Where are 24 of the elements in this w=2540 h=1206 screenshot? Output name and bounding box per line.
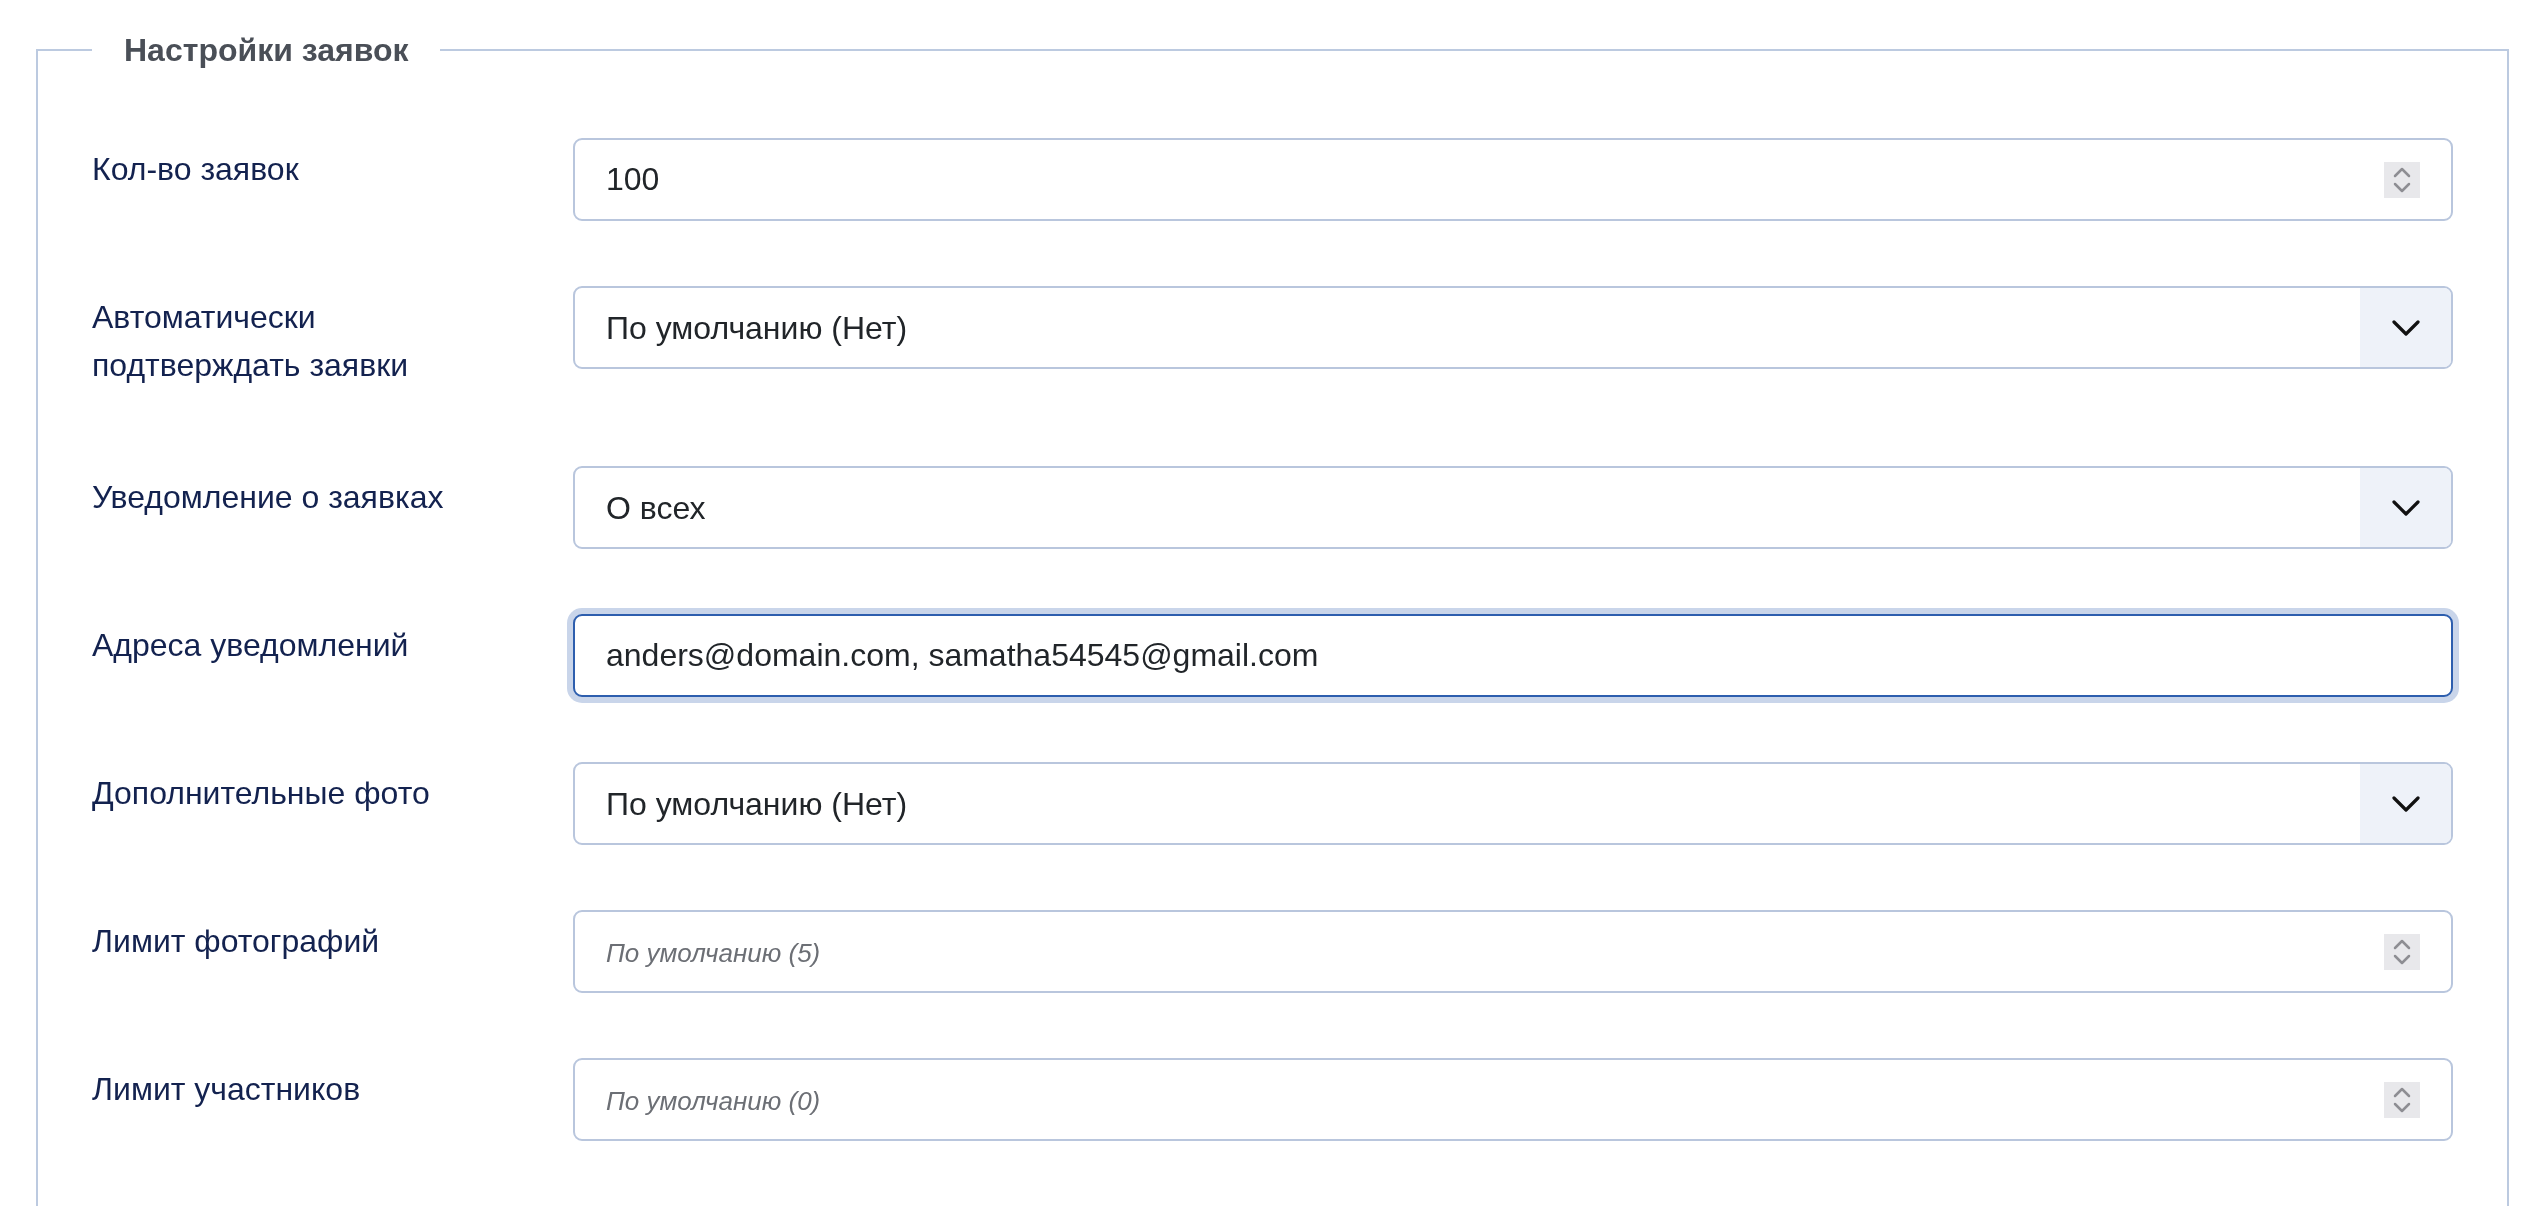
field-label: Автоматически подтверждать заявки — [92, 298, 410, 385]
up-down-chevron-icon[interactable] — [2384, 934, 2420, 970]
field-label: Адреса уведомлений — [92, 626, 410, 665]
dropdown-toggle[interactable] — [2360, 764, 2451, 843]
dropdown-toggle[interactable] — [2360, 288, 2451, 367]
dropdown[interactable]: По умолчанию (Нет) — [573, 286, 2453, 369]
up-down-chevron-icon[interactable] — [2384, 1082, 2420, 1118]
chevron-down-icon — [2391, 499, 2420, 516]
number-field[interactable]: По умолчанию (5) — [573, 910, 2453, 993]
chevron-down-icon — [2391, 319, 2420, 336]
text-field[interactable]: anders@domain.com, samatha54545@gmail.com — [573, 614, 2453, 697]
field-label: Лимит фотографий — [92, 922, 381, 961]
number-field[interactable]: 100 — [573, 138, 2453, 221]
field-label: Кол-во заявок — [92, 150, 300, 189]
section-title: Настройки заявок — [123, 31, 410, 70]
up-down-chevron-icon[interactable] — [2384, 162, 2420, 198]
chevron-down-icon — [2391, 795, 2420, 812]
dropdown[interactable]: О всех — [573, 466, 2453, 549]
dropdown[interactable]: По умолчанию (Нет) — [573, 762, 2453, 845]
number-field[interactable]: По умолчанию (0) — [573, 1058, 2453, 1141]
dropdown-toggle[interactable] — [2360, 468, 2451, 547]
field-label: Уведомление о заявках — [92, 478, 445, 517]
field-label: Лимит участников — [92, 1070, 362, 1109]
field-label: Дополнительные фото — [92, 774, 431, 813]
